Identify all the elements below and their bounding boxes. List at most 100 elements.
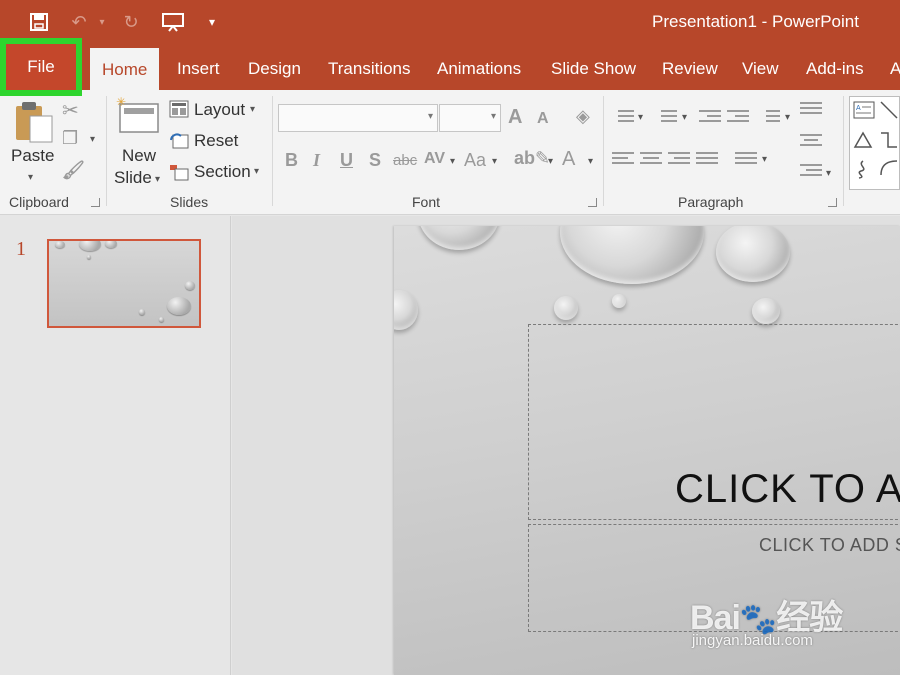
new-slide-button-line1[interactable]: New — [122, 146, 156, 166]
clipboard-group-label: Clipboard — [9, 194, 69, 210]
paste-button[interactable]: Paste — [11, 146, 54, 166]
copy-dropdown-icon[interactable]: ▾ — [90, 134, 95, 145]
text-shadow-button[interactable]: S — [369, 150, 381, 171]
underline-button[interactable]: U — [340, 150, 353, 171]
tab-animations[interactable]: Animations — [437, 46, 521, 90]
numbering-icon[interactable] — [655, 110, 677, 126]
tab-file[interactable]: File — [0, 38, 82, 96]
chevron-down-icon[interactable]: ▾ — [428, 111, 433, 122]
slide-thumbnail[interactable] — [47, 239, 201, 328]
tab-add-ins[interactable]: Add-ins — [806, 46, 864, 90]
section-button[interactable]: Section — [194, 162, 251, 182]
title-bar: ↶ ▾ ↻ ▾ Presentation1 - PowerPoint — [0, 0, 900, 46]
water-drop — [418, 226, 500, 250]
clear-formatting-icon[interactable]: ◈ — [576, 106, 590, 127]
triangle-shape-icon[interactable] — [853, 131, 873, 154]
undo-dropdown-icon[interactable]: ▾ — [96, 9, 108, 35]
font-launcher-icon[interactable] — [588, 198, 597, 207]
section-dropdown-icon[interactable]: ▾ — [254, 166, 259, 177]
customize-quick-access-icon[interactable]: ▾ — [204, 9, 220, 35]
section-icon[interactable] — [169, 163, 189, 186]
copy-icon[interactable]: ❐ — [62, 128, 78, 149]
format-painter-icon[interactable]: 🖌 — [62, 160, 85, 181]
tab-view[interactable]: View — [742, 46, 779, 90]
layout-icon[interactable] — [169, 100, 189, 123]
tab-transitions[interactable]: Transitions — [328, 46, 411, 90]
paste-icon[interactable] — [14, 100, 56, 149]
group-divider — [843, 96, 844, 206]
line-spacing-icon[interactable] — [758, 110, 780, 126]
watermark-url: jingyan.baidu.com — [692, 632, 813, 649]
title-placeholder[interactable]: CLICK TO AD — [528, 324, 900, 520]
water-drop — [560, 226, 704, 284]
chevron-down-icon[interactable]: ▾ — [762, 154, 767, 165]
new-slide-button-line2[interactable]: Slide — [114, 168, 152, 188]
present-from-start-icon[interactable] — [160, 9, 186, 35]
text-direction-icon[interactable] — [800, 102, 822, 118]
convert-to-smartart-icon[interactable] — [800, 164, 822, 180]
subtitle-placeholder-text: CLICK TO ADD S — [759, 535, 900, 555]
chevron-down-icon[interactable]: ▾ — [491, 111, 496, 122]
undo-icon[interactable]: ↶ — [68, 9, 90, 35]
title-placeholder-text: CLICK TO AD — [675, 467, 900, 511]
align-right-icon[interactable] — [668, 152, 690, 168]
align-text-icon[interactable] — [800, 134, 822, 150]
chevron-down-icon[interactable]: ▾ — [682, 112, 687, 123]
chevron-down-icon[interactable]: ▾ — [450, 156, 455, 167]
increase-indent-icon[interactable] — [727, 110, 749, 126]
italic-button[interactable]: I — [313, 150, 320, 171]
grow-font-icon[interactable]: A — [508, 106, 522, 129]
font-name-combobox[interactable]: ▾ — [278, 104, 438, 132]
chevron-down-icon[interactable]: ▾ — [588, 156, 593, 167]
chevron-down-icon[interactable]: ▾ — [638, 112, 643, 123]
group-divider — [106, 96, 107, 206]
tab-insert[interactable]: Insert — [177, 46, 220, 90]
align-left-icon[interactable] — [612, 152, 634, 168]
chevron-down-icon[interactable]: ▾ — [548, 156, 553, 167]
redo-icon[interactable]: ↻ — [120, 9, 142, 35]
tab-home[interactable]: Home — [90, 48, 160, 90]
drawing-group: A — [849, 96, 900, 190]
highlight-color-icon[interactable]: ab✎ — [514, 148, 550, 169]
water-drop — [167, 297, 191, 315]
align-center-icon[interactable] — [640, 152, 662, 168]
cut-icon[interactable]: ✂ — [62, 98, 79, 123]
save-icon[interactable] — [28, 9, 50, 35]
reset-icon[interactable] — [169, 132, 189, 155]
tab-slide-show[interactable]: Slide Show — [551, 46, 636, 90]
strikethrough-button[interactable]: abc — [393, 152, 417, 169]
chevron-down-icon[interactable]: ▾ — [785, 112, 790, 123]
chevron-down-icon[interactable]: ▾ — [826, 168, 831, 179]
line-shape-icon[interactable] — [880, 101, 898, 124]
bold-button[interactable]: B — [285, 150, 298, 171]
curve-shape-icon[interactable] — [880, 159, 898, 182]
elbow-connector-shape-icon[interactable] — [880, 131, 898, 154]
font-color-button[interactable]: A — [562, 148, 575, 171]
water-drop — [79, 241, 101, 251]
freeform-shape-icon[interactable] — [853, 159, 873, 184]
tab-overflow[interactable]: A — [890, 46, 900, 90]
change-case-button[interactable]: Aa — [464, 150, 486, 171]
columns-icon[interactable] — [735, 152, 757, 168]
paste-dropdown-icon[interactable]: ▾ — [28, 172, 33, 183]
water-drop — [752, 298, 780, 324]
layout-dropdown-icon[interactable]: ▾ — [250, 104, 255, 115]
clipboard-launcher-icon[interactable] — [91, 198, 100, 207]
svg-text:A: A — [856, 105, 861, 112]
new-slide-dropdown-icon[interactable]: ▾ — [155, 174, 160, 185]
tab-design[interactable]: Design — [248, 46, 301, 90]
shrink-font-icon[interactable]: A — [537, 110, 549, 128]
layout-button[interactable]: Layout — [194, 100, 245, 120]
tab-review[interactable]: Review — [662, 46, 718, 90]
reset-button[interactable]: Reset — [194, 131, 238, 151]
paragraph-launcher-icon[interactable] — [828, 198, 837, 207]
font-size-combobox[interactable]: ▾ — [439, 104, 501, 132]
chevron-down-icon[interactable]: ▾ — [492, 156, 497, 167]
justify-icon[interactable] — [696, 152, 718, 168]
bullets-icon[interactable] — [612, 110, 634, 126]
paragraph-group-label: Paragraph — [678, 194, 744, 210]
text-box-shape-icon[interactable]: A — [853, 101, 875, 124]
decrease-indent-icon[interactable] — [699, 110, 721, 126]
new-slide-icon[interactable]: ✳ — [114, 95, 162, 141]
character-spacing-button[interactable]: AV — [424, 150, 445, 168]
